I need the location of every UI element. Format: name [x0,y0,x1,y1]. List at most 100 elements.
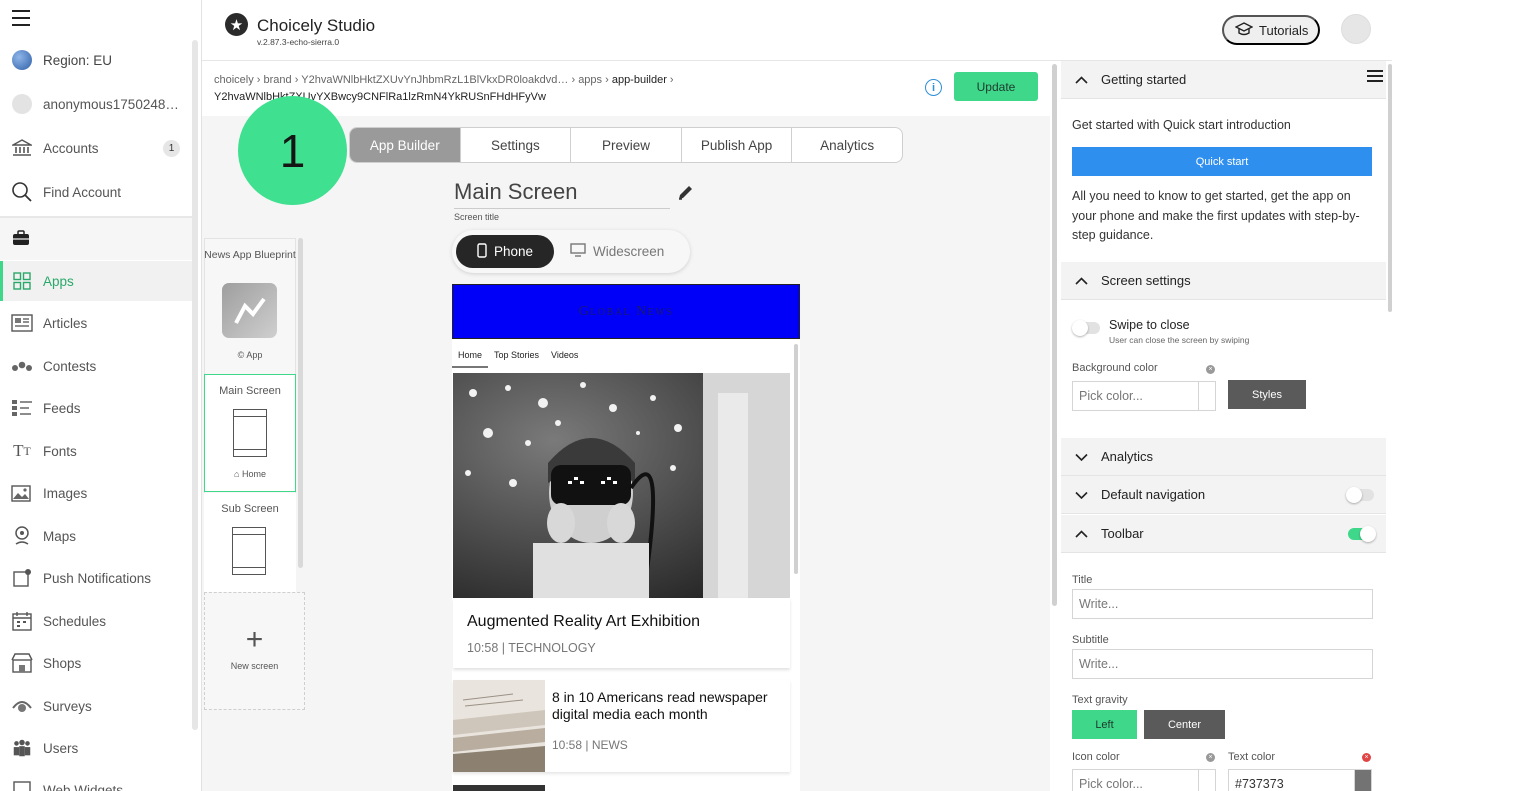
preview-banner: Global News [452,284,800,339]
article-card-partial[interactable] [453,785,545,791]
sidebar-item-contests[interactable]: Contests [0,346,192,386]
notification-icon [11,567,33,589]
article-thumbnail [453,680,545,772]
screen-card-main[interactable]: Main Screen ⌂ Home [204,374,296,492]
section-toolbar[interactable]: Toolbar [1061,515,1386,553]
chevron-up-icon [1075,526,1088,541]
section-getting-started[interactable]: Getting started [1061,61,1386,99]
text-color-swatch[interactable] [1354,769,1372,791]
blueprint-app-tile[interactable] [222,283,277,338]
tab-publish-app[interactable]: Publish App [682,128,793,162]
article-meta: 10:58 | TECHNOLOGY [467,641,596,655]
gravity-center-button[interactable]: Center [1144,710,1225,739]
breadcrumb: choicely › brand › Y2hvaWNlbHktZXUvYnJhb… [214,74,674,86]
breadcrumb-link[interactable]: apps [578,74,602,86]
section-screen-settings[interactable]: Screen settings [1061,262,1386,300]
update-button[interactable]: Update [954,72,1038,101]
breadcrumb-link[interactable]: Y2hvaWNlbHktZXUvYnJhbmRzL1BlVkxDR0loakdv… [301,74,568,86]
sidebar-scrollbar[interactable] [192,40,198,730]
sidebar-item-schedules[interactable]: Schedules [0,601,192,641]
edit-pencil-icon[interactable] [676,184,694,207]
sidebar-item-label: Images [43,485,88,501]
breadcrumb-link[interactable]: brand [264,74,292,86]
background-color-input[interactable]: Pick color... [1072,381,1199,411]
preview-scrollbar[interactable] [794,344,798,574]
sidebar-item-accounts[interactable]: Accounts 1 [0,128,192,168]
tab-preview[interactable]: Preview [571,128,682,162]
swipe-to-close-toggle[interactable] [1072,320,1100,336]
user-menu[interactable]: anonymous1750248… [0,84,192,124]
screens-scrollbar[interactable] [298,238,303,568]
article-title: 8 in 10 Americans read newspaper digital… [552,689,768,722]
preview-nav-item[interactable]: Top Stories [488,346,545,368]
menu-icon[interactable] [12,10,30,26]
sidebar-item-users[interactable]: Users [0,728,192,768]
screen-title-label: Screen title [454,212,500,222]
icon-color-label: Icon color [1072,751,1120,763]
canvas-scrollbar[interactable] [1052,64,1057,606]
clear-icon[interactable]: × [1206,365,1215,374]
tutorial-step-bubble[interactable]: 1 [238,96,347,205]
app-title: Choicely Studio [257,16,376,35]
screen-card-name: Main Screen [219,385,281,397]
preview-nav-item[interactable]: Home [452,346,489,368]
breadcrumb-link[interactable]: choicely [214,74,254,86]
tutorials-button[interactable]: Tutorials [1222,15,1320,45]
section-title: Analytics [1101,449,1154,464]
gravity-left-button[interactable]: Left [1072,710,1137,739]
icon-color-swatch[interactable] [1198,769,1216,791]
device-widescreen-button[interactable]: Widescreen [570,235,664,268]
info-icon[interactable]: i [925,79,942,96]
sidebar-item-images[interactable]: Images [0,473,192,513]
sidebar-item-maps[interactable]: Maps [0,516,192,556]
sidebar-item-push-notifications[interactable]: Push Notifications [0,558,192,598]
panel-menu-icon[interactable] [1367,70,1383,84]
background-color-label: Background color [1072,362,1158,374]
contests-icon [11,355,33,377]
plus-icon: + [245,623,264,656]
tab-analytics[interactable]: Analytics [792,128,902,162]
preview-nav-item[interactable]: Videos [545,346,584,368]
sidebar-item-articles[interactable]: Articles [0,303,192,343]
sidebar-item-label: Contests [43,358,97,374]
sidebar-item-shops[interactable]: Shops [0,643,192,683]
bank-icon [11,137,33,159]
clear-icon[interactable]: × [1206,753,1215,762]
toolbar-toggle[interactable] [1348,526,1376,542]
sidebar-item-feeds[interactable]: Feeds [0,388,192,428]
toolbar-title-input[interactable]: Write... [1072,589,1373,619]
text-color-input[interactable]: #737373 [1228,769,1355,791]
device-phone-button[interactable]: Phone [456,235,554,268]
sidebar-item-find-account[interactable]: Find Account [0,172,192,212]
styles-button[interactable]: Styles [1228,380,1306,409]
section-analytics[interactable]: Analytics [1061,438,1386,476]
quick-start-button[interactable]: Quick start [1072,147,1372,176]
quick-start-intro: Get started with Quick start introductio… [1072,118,1291,132]
tab-settings[interactable]: Settings [461,128,572,162]
sidebar-item-web-widgets[interactable]: Web Widgets [0,770,192,791]
icon-color-input[interactable]: Pick color... [1072,769,1199,791]
choicely-small-icon: © [237,350,245,360]
globe-icon [11,49,33,71]
region-selector[interactable]: Region: EU [0,40,192,80]
toolbar-subtitle-input[interactable]: Write... [1072,649,1373,679]
background-color-swatch[interactable] [1198,381,1216,411]
article-card[interactable]: 8 in 10 Americans read newspaper digital… [453,680,790,772]
breadcrumb-current[interactable]: app-builder [612,74,667,86]
sidebar-item-surveys[interactable]: Surveys [0,686,192,726]
article-card[interactable]: Augmented Reality Art Exhibition 10:58 |… [453,598,790,668]
article-hero-image[interactable] [453,373,790,598]
user-avatar[interactable] [1341,14,1371,44]
swipe-to-close-label: Swipe to close [1109,318,1190,332]
new-screen-button[interactable]: + New screen [204,592,305,710]
sidebar-item-apps[interactable]: Apps [0,261,192,301]
right-panel-scrollbar[interactable] [1388,64,1392,312]
screen-phone-icon [232,527,266,575]
clear-icon[interactable]: × [1362,753,1371,762]
find-account-label: Find Account [43,184,122,200]
sidebar-item-fonts[interactable]: TT Fonts [0,431,192,471]
tab-app-builder[interactable]: App Builder [350,128,461,162]
default-navigation-toggle[interactable] [1346,487,1374,503]
section-default-navigation[interactable]: Default navigation [1061,476,1386,514]
screen-title[interactable]: Main Screen [454,179,578,205]
